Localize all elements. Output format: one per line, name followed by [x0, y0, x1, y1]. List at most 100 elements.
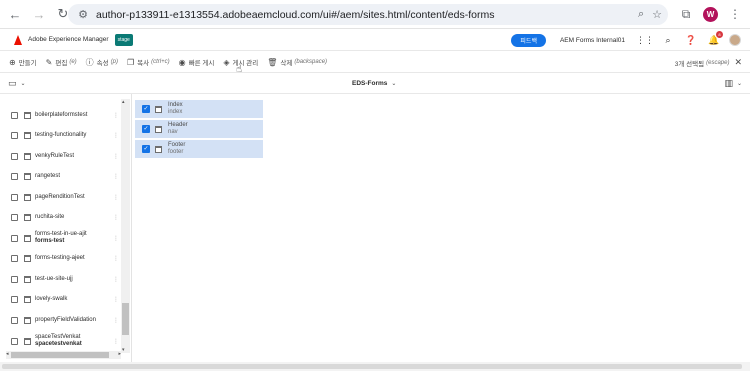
browser-menu-icon[interactable]: ⋮	[726, 3, 744, 25]
address-bar[interactable]: ⚙ author-p133911-e1313554.adobeaemcloud.…	[68, 4, 668, 25]
list-item[interactable]: rangetest ⋮	[0, 166, 121, 186]
adobe-logo-icon[interactable]	[14, 34, 24, 45]
app-name[interactable]: Adobe Experience Manager	[28, 36, 109, 43]
scrollbar-thumb[interactable]	[122, 303, 129, 335]
more-options-icon[interactable]: ⋮	[113, 235, 119, 242]
item-name-text: spacetestvenkat	[35, 341, 82, 347]
more-options-icon[interactable]: ⋮	[113, 338, 119, 345]
more-options-icon[interactable]: ⋮	[113, 112, 119, 119]
list-item[interactable]: ✓ Index index	[135, 100, 263, 119]
more-options-icon[interactable]: ⋮	[113, 317, 119, 324]
page-horizontal-scrollbar[interactable]	[0, 362, 750, 371]
list-item[interactable]: testing-functionality ⋮	[0, 125, 121, 145]
delete-button[interactable]: 🗑 삭제 (backspace)	[267, 52, 327, 73]
item-checkbox-checked[interactable]: ✓	[142, 125, 150, 133]
more-options-icon[interactable]: ⋮	[113, 132, 119, 139]
list-item[interactable]: ✓ Footer footer	[135, 140, 263, 159]
help-icon[interactable]: ❓	[683, 32, 699, 48]
item-checkbox[interactable]	[11, 152, 18, 160]
list-item[interactable]: forms-test-in-ue-ajit forms-test ⋮	[0, 228, 121, 248]
item-checkbox[interactable]	[11, 234, 18, 242]
extensions-icon[interactable]: ⧉	[675, 3, 697, 25]
item-checkbox[interactable]	[11, 213, 18, 221]
list-item[interactable]: propertyFieldValidation ⋮	[0, 310, 121, 330]
horizontal-scrollbar[interactable]: ◂ ▸	[6, 351, 121, 359]
profile-avatar[interactable]: W	[703, 6, 718, 22]
sites-column: boilerplateformstest ⋮ testing-functiona…	[0, 94, 121, 360]
list-item[interactable]: test-ue-site-ujj ⋮	[0, 269, 121, 289]
page-title: EDS-Forms	[352, 80, 388, 87]
item-checkbox[interactable]	[11, 275, 18, 283]
item-text: Index index	[168, 102, 183, 117]
scroll-down-icon[interactable]: ▾	[122, 347, 125, 353]
add-circle-icon: ⊕	[9, 57, 16, 67]
list-item[interactable]: lovely-swalk ⋮	[0, 289, 121, 309]
item-title: test-ue-site-ujj	[35, 275, 73, 282]
scrollbar-thumb[interactable]	[2, 364, 742, 369]
more-options-icon[interactable]: ⋮	[113, 194, 119, 201]
forward-icon[interactable]: →	[28, 3, 50, 25]
list-item[interactable]: pageRenditionTest ⋮	[0, 187, 121, 207]
item-checkbox[interactable]	[11, 295, 18, 303]
item-checkbox[interactable]	[11, 193, 18, 201]
site-info-icon[interactable]: ⚙	[72, 4, 94, 25]
bookmark-star-icon[interactable]: ☆	[652, 8, 662, 21]
more-options-icon[interactable]: ⋮	[113, 296, 119, 303]
org-switcher[interactable]: AEM Forms Internal01	[560, 37, 625, 44]
list-item[interactable]: spaceTestVenkat spacetestvenkat ⋮	[0, 331, 121, 351]
column-view-icon: ▥	[724, 78, 733, 88]
scrollbar-thumb[interactable]	[11, 352, 109, 358]
more-options-icon[interactable]: ⋮	[113, 276, 119, 283]
column-view: boilerplateformstest ⋮ testing-functiona…	[0, 94, 750, 362]
list-item[interactable]: forms-testing-ajeet ⋮	[0, 248, 121, 268]
user-avatar[interactable]	[729, 34, 741, 46]
more-options-icon[interactable]: ⋮	[113, 255, 119, 262]
list-item[interactable]: boilerplateformstest ⋮	[0, 105, 121, 125]
back-icon[interactable]: ←	[4, 3, 26, 25]
item-checkbox[interactable]	[11, 131, 18, 139]
item-title-text: forms-test-in-ue-ajit	[35, 231, 87, 237]
page-icon	[24, 172, 31, 180]
view-switcher[interactable]: ▥ ⌄	[724, 73, 742, 94]
item-title: rangetest	[35, 172, 61, 179]
edit-button[interactable]: ✎ 편집 (e)	[46, 52, 77, 73]
more-options-icon[interactable]: ⋮	[113, 153, 119, 160]
scroll-left-icon[interactable]: ◂	[6, 351, 9, 357]
create-button[interactable]: ⊕ 만들기	[9, 52, 37, 73]
quick-publish-button[interactable]: ◉ 빠른 게시	[179, 52, 215, 73]
feedback-button[interactable]: 피드백	[511, 33, 546, 47]
item-text: Header nav	[168, 122, 188, 137]
search-icon[interactable]: ⌕	[660, 32, 676, 48]
vertical-scrollbar[interactable]: ▴ ▾	[121, 99, 130, 353]
item-checkbox[interactable]	[11, 337, 18, 345]
delete-shortcut: (backspace)	[294, 59, 328, 65]
item-checkbox[interactable]	[11, 316, 18, 324]
page-icon	[24, 131, 31, 139]
item-checkbox[interactable]	[11, 172, 18, 180]
breadcrumb[interactable]: EDS-Forms ⌄	[352, 73, 396, 94]
item-checkbox[interactable]	[11, 111, 18, 119]
scroll-up-icon[interactable]: ▴	[122, 99, 125, 105]
copy-button[interactable]: ❐ 복사 (ctrl+c)	[127, 52, 170, 73]
item-checkbox-checked[interactable]: ✓	[142, 145, 150, 153]
title-bar: ▭ ⌄ EDS-Forms ⌄ ▥ ⌄	[0, 73, 750, 94]
list-item[interactable]: ruchita-site ⋮	[0, 207, 121, 227]
more-options-icon[interactable]: ⋮	[113, 214, 119, 221]
list-item[interactable]: ✓ Header nav	[135, 120, 263, 139]
rail-toggle-button[interactable]: ▭ ⌄	[8, 78, 26, 89]
properties-button[interactable]: ⓘ 속성 (p)	[86, 52, 118, 73]
more-options-icon[interactable]: ⋮	[113, 173, 119, 180]
notifications-bell-icon[interactable]: 🔔 8	[706, 31, 723, 48]
zoom-search-icon[interactable]: ⌕	[638, 8, 644, 21]
item-title: forms-test-in-ue-ajit forms-test	[35, 231, 87, 245]
url-text[interactable]: author-p133911-e1313554.adobeaemcloud.co…	[96, 9, 494, 21]
item-checkbox[interactable]	[11, 254, 18, 262]
close-selection-icon[interactable]: ✕	[734, 57, 742, 68]
item-title: spaceTestVenkat spacetestvenkat	[35, 334, 82, 348]
apps-grid-icon[interactable]: ⋮⋮	[636, 32, 654, 48]
mouse-pointer-icon: ☝	[236, 64, 243, 75]
page-icon	[24, 295, 31, 303]
item-checkbox-checked[interactable]: ✓	[142, 105, 150, 113]
list-item[interactable]: venkyRuleTest ⋮	[0, 146, 121, 166]
quick-publish-label: 빠른 게시	[188, 60, 215, 67]
